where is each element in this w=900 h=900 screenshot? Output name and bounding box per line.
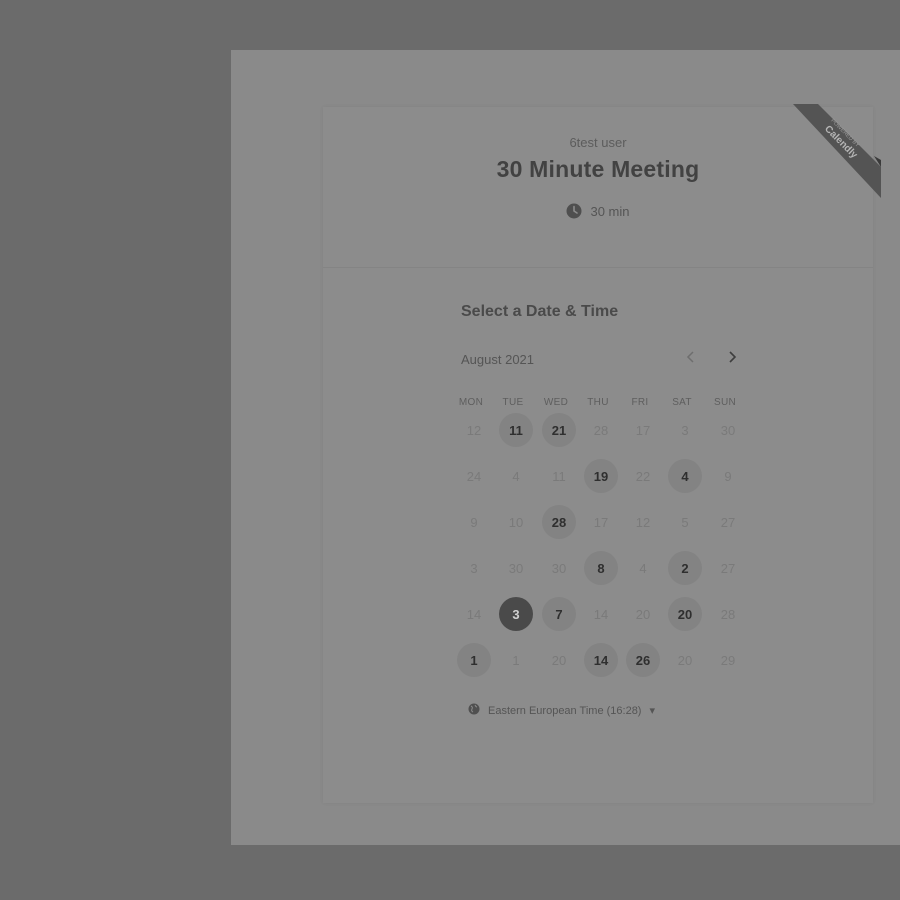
timezone-label: Eastern European Time (16:28)	[488, 704, 642, 717]
date-cell: 4	[639, 560, 647, 576]
date-cell: 20	[551, 652, 567, 668]
duration-label: 30 min	[590, 203, 630, 219]
date-cell: 27	[720, 560, 736, 576]
page-title: Select a Date & Time	[461, 303, 619, 320]
date-cell: 24	[466, 468, 482, 484]
timezone-selector[interactable]: Eastern European Time (16:28) ▾	[468, 703, 655, 718]
weekday-label: TUE	[502, 397, 524, 408]
available-date-button[interactable]: 20	[668, 597, 702, 631]
available-date-button[interactable]: 2	[668, 551, 702, 585]
available-date-button[interactable]: 14	[584, 643, 618, 677]
globe-icon	[468, 703, 480, 718]
available-date-button[interactable]: 26	[626, 643, 660, 677]
available-date-button[interactable]: 7	[542, 597, 576, 631]
date-cell: 20	[635, 606, 651, 622]
date-cell: 12	[635, 514, 651, 530]
chevron-down-icon: ▾	[649, 705, 656, 717]
event-duration: 30 min	[323, 203, 873, 219]
date-cell: 10	[508, 514, 524, 530]
month-label: August 2021	[461, 352, 535, 367]
date-cell: 3	[470, 560, 478, 576]
date-cell: 22	[635, 468, 651, 484]
weekday-label: THU	[587, 397, 609, 408]
date-cell: 12	[466, 422, 482, 438]
powered-by-ribbon[interactable]: POWERED BY Calendly	[793, 104, 881, 198]
date-cell: 3	[681, 422, 689, 438]
clock-icon	[566, 203, 582, 219]
available-date-button[interactable]: 21	[542, 413, 576, 447]
available-date-button[interactable]: 4	[668, 459, 702, 493]
date-cell: 9	[724, 468, 732, 484]
weekday-label: FRI	[631, 397, 649, 408]
date-cell: 4	[512, 468, 520, 484]
date-cell: 30	[720, 422, 736, 438]
chevron-right-icon	[727, 350, 737, 368]
weekday-label: SUN	[713, 397, 736, 408]
event-details: 6test user 30 Minute Meeting 30 min	[323, 107, 873, 268]
date-cell: 14	[466, 606, 482, 622]
chevron-left-icon	[686, 350, 696, 368]
organizer-name: 6test user	[569, 135, 627, 150]
available-date-button[interactable]: 19	[584, 459, 618, 493]
date-cell: 11	[552, 468, 566, 484]
weekday-label: MON	[458, 397, 484, 408]
weekday-label: WED	[543, 397, 569, 408]
scheduling-overlay: 6test user 30 Minute Meeting 30 min Sele…	[231, 50, 900, 845]
date-cell: 9	[470, 514, 478, 530]
weekday-label: SAT	[672, 397, 692, 408]
available-date-button[interactable]: 1	[457, 643, 491, 677]
next-month-button[interactable]	[718, 345, 746, 373]
date-cell: 20	[677, 652, 693, 668]
selected-date-button[interactable]: 3	[499, 597, 533, 631]
date-cell: 27	[720, 514, 736, 530]
date-cell: 30	[508, 560, 524, 576]
available-date-button[interactable]: 11	[499, 413, 533, 447]
date-cell: 17	[593, 514, 609, 530]
available-date-button[interactable]: 8	[584, 551, 618, 585]
date-cell: 14	[593, 606, 609, 622]
date-cell: 1	[512, 652, 520, 668]
date-cell: 5	[681, 514, 689, 530]
event-title: 30 Minute Meeting	[496, 156, 700, 182]
date-cell: 28	[593, 422, 609, 438]
booking-card: 6test user 30 Minute Meeting 30 min Sele…	[323, 107, 873, 803]
previous-month-button[interactable]	[677, 345, 705, 373]
date-cell: 29	[720, 652, 736, 668]
date-cell: 30	[551, 560, 567, 576]
date-cell: 28	[720, 606, 736, 622]
date-cell: 17	[635, 422, 651, 438]
available-date-button[interactable]: 28	[542, 505, 576, 539]
